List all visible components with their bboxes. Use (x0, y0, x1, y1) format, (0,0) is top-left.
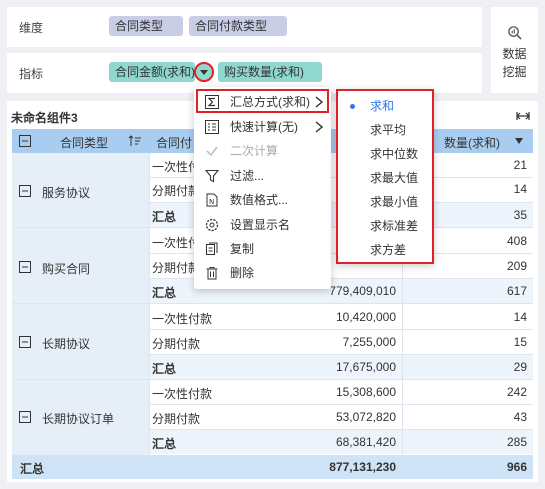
indicator-label: 指标 (19, 67, 44, 81)
number-format-icon: N (206, 193, 218, 207)
qty-value: 14 (513, 310, 527, 324)
qty-value: 285 (506, 435, 527, 449)
grand-total-qty: 966 (506, 460, 527, 474)
menu-label: 数值格式... (230, 193, 289, 207)
chevron-right-icon (315, 121, 323, 133)
grand-total-label: 汇总 (20, 462, 45, 476)
filter-icon (205, 169, 219, 183)
quick-calc-icon (205, 120, 219, 134)
selected-dot-icon (350, 104, 355, 109)
menu-label: 删除 (230, 266, 255, 280)
caret-down-icon (200, 70, 208, 75)
menu-item-copy[interactable]: 复制 (194, 237, 331, 261)
sub-label: 分期付款 (152, 412, 201, 426)
sub-total-label: 汇总 (152, 362, 177, 376)
amount-value: 10,420,000 (335, 310, 396, 324)
svg-text:N: N (209, 198, 214, 206)
indicator-chip-contract-amount[interactable]: 合同金额(求和) (109, 62, 195, 82)
widget-title: 未命名组件3 (11, 111, 78, 125)
qty-value: 15 (513, 335, 527, 349)
agg-option-variance[interactable]: 求方差 (338, 238, 432, 262)
data-mining-icon (508, 26, 522, 40)
sub-label: 一次性付 (152, 236, 201, 250)
group-name: 购买合同 (42, 262, 91, 276)
sub-label: 一次性付款 (152, 312, 213, 326)
menu-label: 二次计算 (230, 144, 279, 158)
sub-total-label: 汇总 (152, 286, 177, 300)
data-mining-button[interactable]: 数据 挖掘 (491, 7, 538, 93)
amount-value: 68,381,420 (335, 435, 396, 449)
chip-dropdown-button[interactable] (194, 62, 214, 82)
copy-icon (206, 242, 218, 255)
menu-item-secondary-calc: 二次计算 (194, 139, 331, 163)
qty-value: 209 (506, 259, 527, 273)
dimension-row: 维度 合同类型 合同付款类型 (7, 7, 482, 47)
header-contract-type: 合同类型 (60, 136, 109, 150)
field-context-menu: 汇总方式(求和) 快速计算(无) 二次计算 过滤... N 数值格式... 设置… (194, 87, 331, 289)
qty-value: 408 (506, 234, 527, 248)
qty-value: 617 (506, 284, 527, 298)
menu-label: 复制 (230, 242, 255, 256)
highlight-box (196, 89, 329, 113)
header-purchase-qty: 数量(求和) (444, 136, 500, 150)
menu-item-delete[interactable]: 删除 (194, 261, 331, 285)
sub-label: 分期付款 (152, 184, 201, 198)
menu-item-quick-calc[interactable]: 快速计算(无) (194, 115, 331, 139)
header-dropdown-icon[interactable] (514, 137, 524, 145)
aggregation-submenu: 求和 求平均 求中位数 求最大值 求最小值 求标准差 求方差 (336, 89, 434, 264)
amount-value: 53,072,820 (335, 410, 396, 424)
agg-option-median[interactable]: 求中位数 (338, 142, 432, 166)
dimension-chip-payment-type[interactable]: 合同付款类型 (189, 16, 287, 36)
sub-label: 一次性付款 (152, 387, 213, 401)
menu-label: 快速计算(无) (230, 120, 298, 134)
qty-value: 29 (513, 360, 527, 374)
collapse-icon[interactable] (19, 185, 31, 197)
qty-value: 14 (513, 182, 527, 196)
expand-icon[interactable] (516, 109, 530, 123)
menu-item-display-name[interactable]: 设置显示名 (194, 213, 331, 237)
amount-value: 17,675,000 (335, 360, 396, 374)
sub-label: 分期付款 (152, 261, 201, 275)
qty-value: 242 (506, 385, 527, 399)
collapse-icon[interactable] (19, 336, 31, 348)
trash-icon (206, 267, 218, 280)
sub-total-label: 汇总 (152, 210, 177, 224)
sort-icon[interactable] (128, 135, 142, 147)
data-mining-label-line1: 数据 (502, 47, 527, 61)
sub-total-label: 汇总 (152, 437, 177, 451)
agg-option-sum[interactable]: 求和 (338, 94, 432, 118)
group-name: 长期协议 (42, 337, 91, 351)
agg-option-max[interactable]: 求最大值 (338, 166, 432, 190)
grand-total-amount: 877,131,230 (329, 460, 396, 474)
qty-value: 43 (513, 410, 527, 424)
amount-value: 15,308,600 (335, 385, 396, 399)
qty-value: 35 (513, 208, 527, 222)
agg-option-avg[interactable]: 求平均 (338, 118, 432, 142)
group-name: 长期协议订单 (42, 412, 115, 426)
collapse-icon[interactable] (19, 261, 31, 273)
menu-label: 设置显示名 (230, 218, 291, 232)
collapse-all-icon[interactable] (19, 135, 31, 147)
agg-option-stddev[interactable]: 求标准差 (338, 214, 432, 238)
header-payment-type: 合同付 (156, 136, 193, 150)
indicator-chip-purchase-qty[interactable]: 购买数量(求和) (218, 62, 322, 82)
menu-item-filter[interactable]: 过滤... (194, 164, 331, 188)
data-mining-label-line2: 挖掘 (502, 65, 527, 79)
sub-label: 一次性付 (152, 160, 201, 174)
dimension-label: 维度 (19, 21, 44, 35)
dimension-chip-contract-type[interactable]: 合同类型 (109, 16, 183, 36)
group-name: 服务协议 (42, 186, 91, 200)
collapse-icon[interactable] (19, 411, 31, 423)
menu-item-number-format[interactable]: N 数值格式... (194, 188, 331, 212)
check-icon (206, 146, 218, 157)
agg-option-min[interactable]: 求最小值 (338, 190, 432, 214)
qty-value: 21 (513, 158, 527, 172)
menu-label: 过滤... (230, 169, 265, 183)
gear-icon (205, 218, 219, 232)
amount-value: 7,255,000 (342, 335, 396, 349)
sub-label: 分期付款 (152, 337, 201, 351)
